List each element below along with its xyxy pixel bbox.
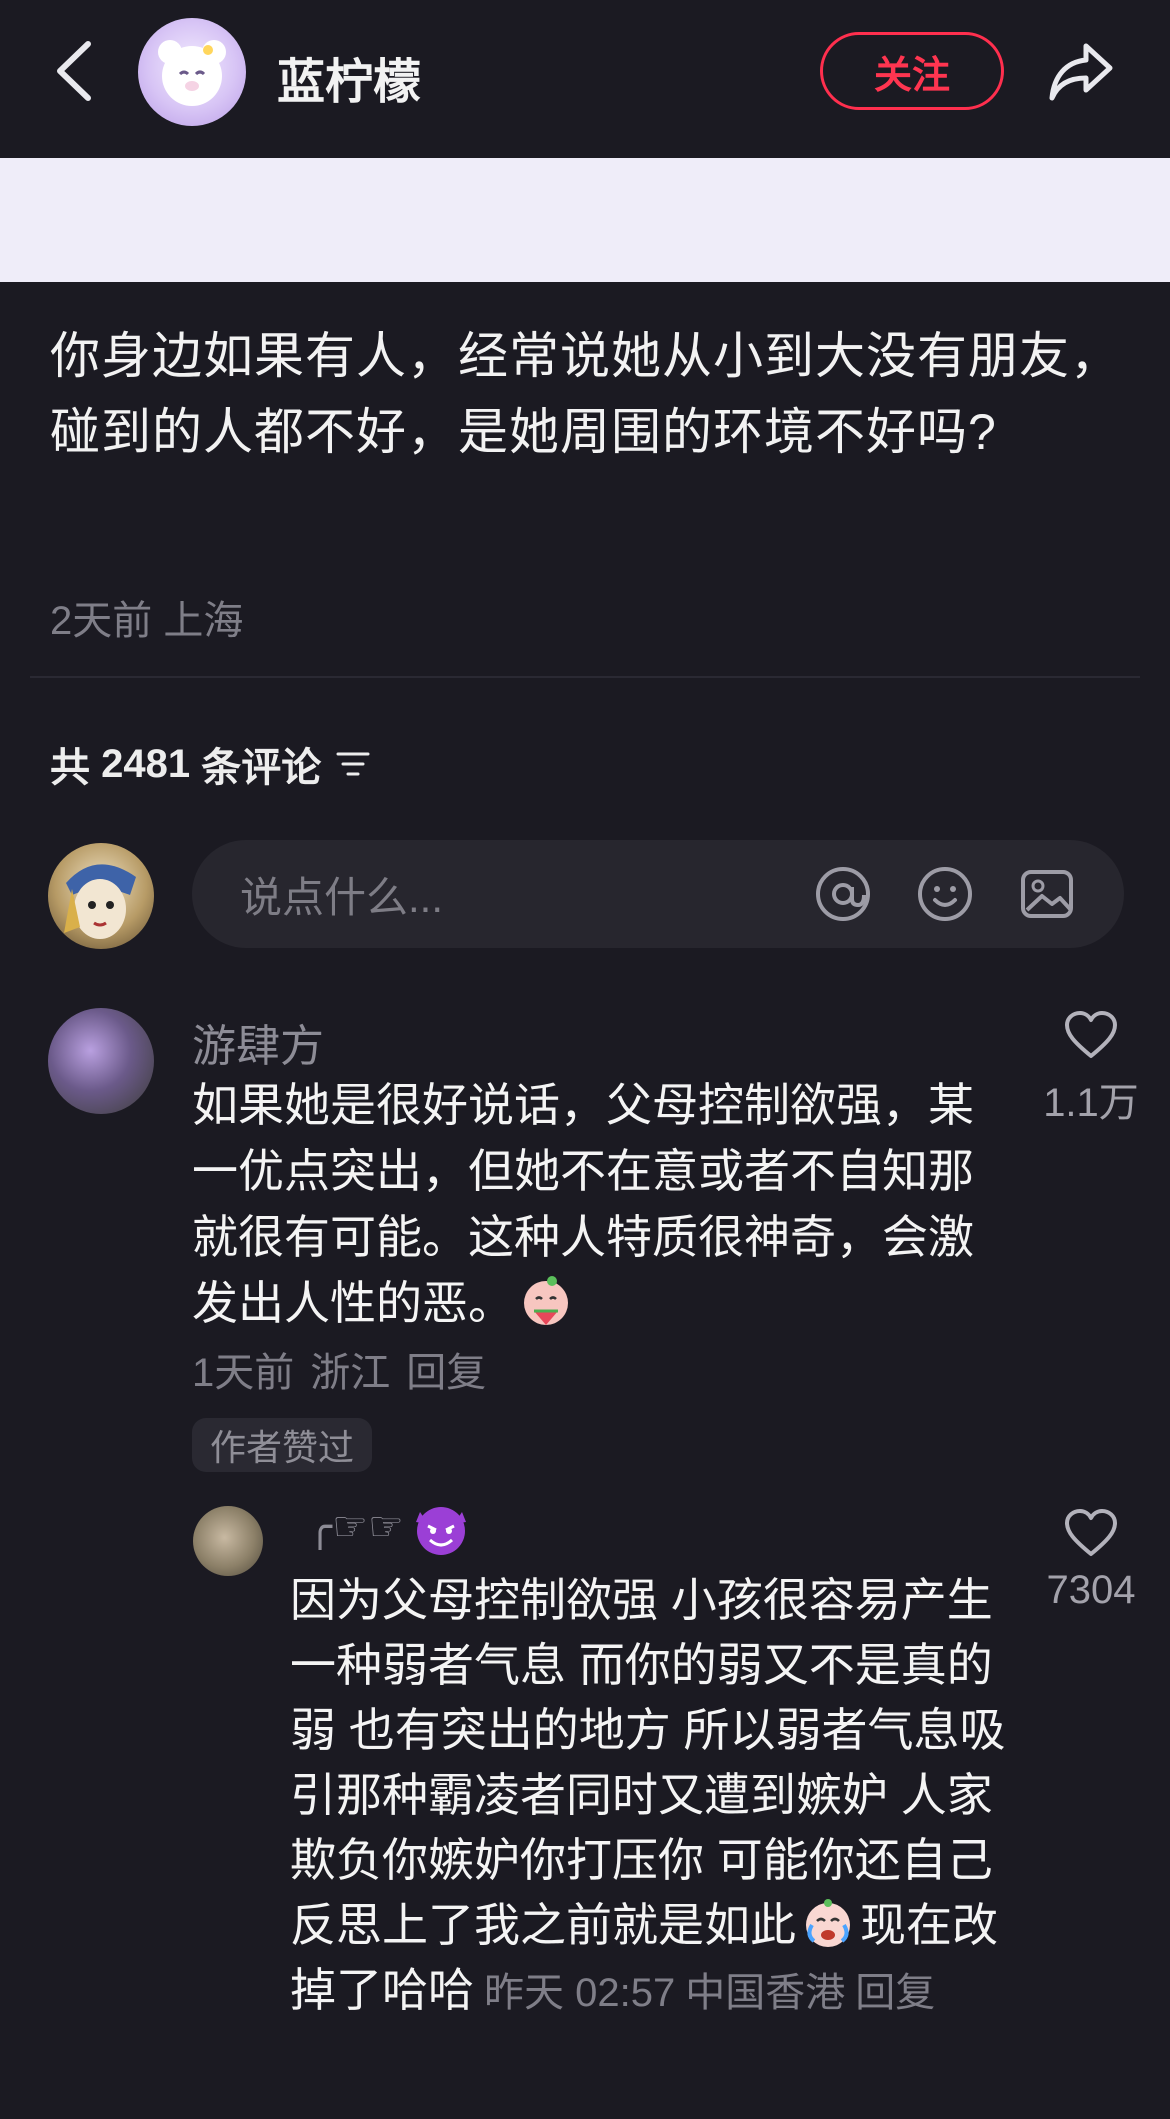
replier-name: ╭☞☞ bbox=[308, 1505, 404, 1549]
commenter-name[interactable]: 游肆方 bbox=[192, 1010, 324, 1074]
filter-icon[interactable] bbox=[335, 749, 371, 779]
author-avatar[interactable] bbox=[138, 18, 246, 126]
comment-body: 如果她是很好说话，父母控制欲强，某一优点突出，但她不在意或者不自知那就很有可能。… bbox=[192, 1079, 974, 1329]
author-liked-badge: 作者赞过 bbox=[192, 1418, 373, 1472]
replier-name-row[interactable]: ╭☞☞ bbox=[308, 1496, 472, 1558]
share-icon[interactable] bbox=[1046, 38, 1116, 104]
post-image-banner[interactable] bbox=[0, 158, 1170, 282]
top-bar: 蓝柠檬 关注 bbox=[0, 0, 1170, 158]
reply-reply-button[interactable]: 回复 bbox=[855, 1971, 935, 2015]
post-time: 2天前 bbox=[50, 599, 153, 643]
count-prefix: 共 bbox=[50, 746, 90, 790]
reply-like-count: 7304 bbox=[1046, 1568, 1136, 1612]
comment-location: 浙江 bbox=[310, 1351, 391, 1395]
author-name[interactable]: 蓝柠檬 bbox=[277, 42, 421, 112]
crying-emoji-icon bbox=[806, 1899, 850, 1947]
image-icon[interactable] bbox=[1018, 865, 1076, 923]
comment-like-button[interactable]: 1.1万 bbox=[1016, 1010, 1166, 1128]
heart-icon bbox=[1065, 1011, 1117, 1058]
back-arrow-icon[interactable] bbox=[50, 38, 100, 104]
bear-avatar-icon bbox=[158, 40, 226, 106]
comment-like-count: 1.1万 bbox=[1043, 1081, 1139, 1125]
comment-count: 2481 bbox=[101, 741, 191, 786]
post-body: 你身边如果有人，经常说她从小到大没有朋友，碰到的人都不好，是她周围的环境不好吗? bbox=[50, 328, 1121, 460]
commenter-avatar[interactable] bbox=[48, 1008, 154, 1114]
at-icon[interactable] bbox=[814, 865, 872, 923]
reply-time: 昨天 02:57 bbox=[484, 1971, 676, 2015]
emoji-icon[interactable] bbox=[916, 865, 974, 923]
post-location: 上海 bbox=[163, 599, 244, 643]
comment-count-header[interactable]: 共 2481 条评论 bbox=[50, 735, 371, 793]
reply-body-1: 因为父母控制欲强 小孩很容易产生一种弱者气息 而你的弱又不是真的弱 也有突出的地… bbox=[290, 1574, 1006, 1951]
post-meta: 2天前 上海 bbox=[50, 588, 243, 646]
replier-avatar[interactable] bbox=[193, 1506, 263, 1576]
count-suffix: 条评论 bbox=[201, 746, 322, 790]
reply-text: 因为父母控制欲强 小孩很容易产生一种弱者气息 而你的弱又不是真的弱 也有突出的地… bbox=[290, 1568, 1010, 2026]
devil-emoji-icon bbox=[415, 1507, 466, 1555]
follow-button[interactable]: 关注 bbox=[820, 32, 1004, 110]
watermelon-emoji-icon bbox=[524, 1276, 568, 1325]
reply-like-button[interactable]: 7304 bbox=[1016, 1508, 1166, 1613]
comment-input[interactable]: 说点什么... bbox=[192, 840, 1124, 948]
divider bbox=[30, 676, 1140, 678]
comment-reply-button[interactable]: 回复 bbox=[406, 1351, 486, 1395]
heart-icon bbox=[1065, 1509, 1117, 1556]
comment-input-placeholder: 说点什么... bbox=[240, 873, 444, 921]
reply-location: 中国香港 bbox=[685, 1971, 846, 2015]
comment-time: 1天前 bbox=[192, 1351, 295, 1395]
my-avatar[interactable] bbox=[48, 843, 154, 949]
comment-text: 如果她是很好说话，父母控制欲强，某一优点突出，但她不在意或者不自知那就很有可能。… bbox=[192, 1072, 1012, 1336]
girl-with-pearl-avatar-icon bbox=[64, 864, 136, 939]
comment-meta: 1天前 浙江 回复 bbox=[192, 1340, 502, 1398]
